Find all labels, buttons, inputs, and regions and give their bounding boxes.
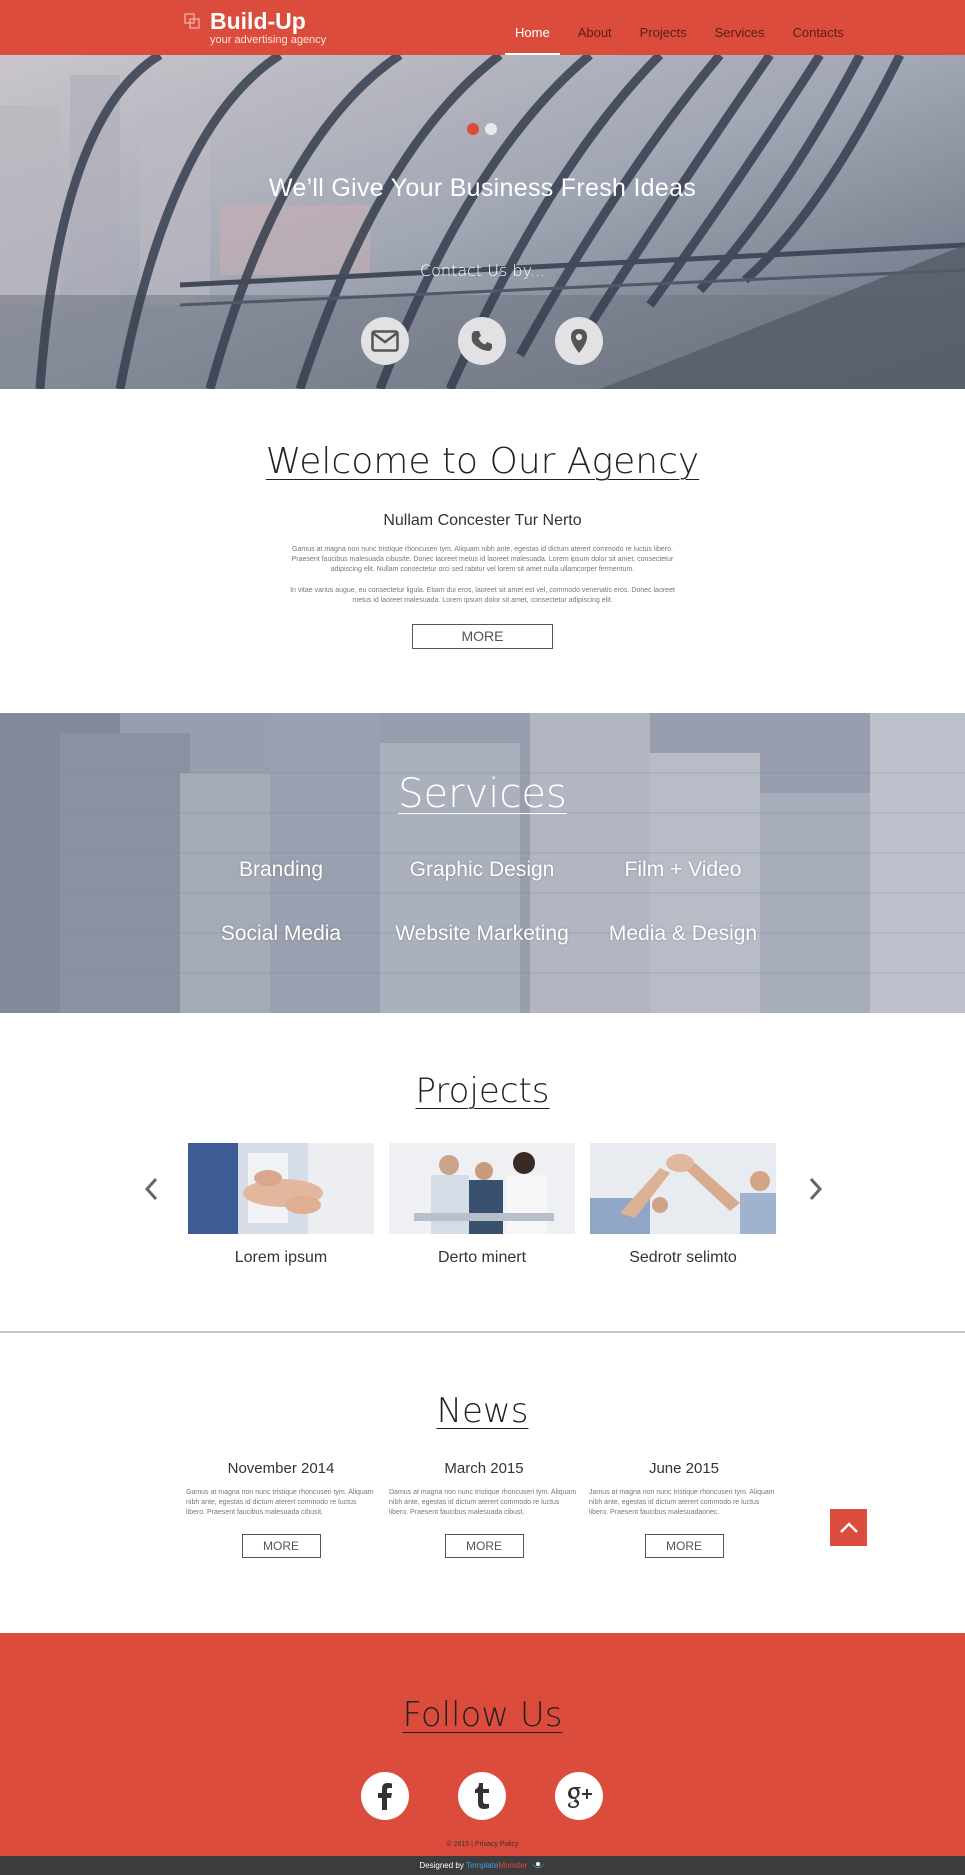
contact-icons <box>361 317 603 365</box>
hero-title: We’ll Give Your Business Fresh Ideas <box>268 174 697 202</box>
project-caption: Derto minert <box>437 1249 527 1266</box>
service-media-design[interactable]: Media & Design <box>583 922 783 946</box>
chevron-up-icon <box>839 1521 858 1533</box>
scroll-to-top-button[interactable] <box>830 1509 867 1546</box>
follow-section: Follow Us © 2015 | Privacy Policy <box>0 1633 965 1856</box>
news-title: News <box>436 1391 529 1431</box>
nav-home[interactable]: Home <box>505 0 560 55</box>
privacy-policy-link[interactable]: Privacy Policy <box>475 1841 519 1848</box>
service-social-media[interactable]: Social Media <box>181 922 381 946</box>
project-card[interactable]: Derto minert <box>389 1143 575 1267</box>
nav-about[interactable]: About <box>568 0 622 55</box>
news-text: Jamus at magna non nunc tristique rhoncu… <box>589 1489 775 1516</box>
welcome-paragraph-1: Gamus at magna non nunc tristique rhoncu… <box>291 546 674 573</box>
map-pin-icon[interactable] <box>555 317 603 365</box>
copyright-text: © 2015 | <box>446 1841 473 1848</box>
brand-part-2: Monster <box>498 1861 528 1870</box>
project-image <box>590 1143 776 1234</box>
layered-squares-icon <box>184 13 200 29</box>
service-website-marketing[interactable]: Website Marketing <box>382 922 582 946</box>
social-icons <box>361 1772 603 1820</box>
nav-projects[interactable]: Projects <box>630 0 697 55</box>
news-more-button[interactable]: MORE <box>241 1534 321 1558</box>
services-title: Services <box>398 771 567 817</box>
projects-section: Projects Lorem ipsum Derto minert Sedrot… <box>0 1013 965 1331</box>
tumblr-icon[interactable] <box>458 1772 506 1820</box>
hero-contact-label: Contact Us by... <box>419 261 546 280</box>
project-caption: Sedrotr selimto <box>629 1249 737 1266</box>
footer-bar: Designed by TemplateMonster <box>0 1856 965 1875</box>
template-monster-link[interactable]: TemplateMonster <box>466 1861 527 1870</box>
welcome-paragraph-2: In vitae varius augue, eu consectetur li… <box>290 587 675 604</box>
slider-dots <box>467 123 497 135</box>
template-monster-logo-icon <box>530 1861 545 1868</box>
welcome-section: Welcome to Our Agency Nullam Concester T… <box>0 389 965 713</box>
chevron-left-icon[interactable] <box>141 1176 163 1202</box>
news-more-button[interactable]: MORE <box>644 1534 724 1558</box>
slider-dot-2[interactable] <box>485 123 497 135</box>
google-plus-icon[interactable] <box>555 1772 603 1820</box>
chevron-right-icon[interactable] <box>804 1176 826 1202</box>
service-film-video[interactable]: Film + Video <box>583 858 783 882</box>
welcome-more-button[interactable]: MORE <box>412 624 553 649</box>
project-card[interactable]: Lorem ipsum <box>188 1143 374 1267</box>
envelope-icon[interactable] <box>361 317 409 365</box>
project-image <box>389 1143 575 1234</box>
slider-dot-1[interactable] <box>467 123 479 135</box>
brand-part-1: Template <box>465 1861 499 1870</box>
project-caption: Lorem ipsum <box>234 1249 328 1266</box>
services-section: Services Branding Graphic Design Film + … <box>0 713 965 1013</box>
follow-title: Follow Us <box>402 1695 563 1735</box>
project-card[interactable]: Sedrotr selimto <box>590 1143 776 1267</box>
service-graphic-design[interactable]: Graphic Design <box>382 858 582 882</box>
page: Build-Up your advertising agency Home Ab… <box>0 0 965 1875</box>
news-item: June 2015 Jamus at magna non nunc tristi… <box>589 1460 779 1558</box>
facebook-icon[interactable] <box>361 1772 409 1820</box>
designed-by-label: Designed by <box>419 1861 464 1870</box>
nav-services[interactable]: Services <box>705 0 775 55</box>
phone-icon[interactable] <box>458 317 506 365</box>
news-date: November 2014 <box>227 1460 335 1477</box>
news-text: Damus at magna non nunc tristique rhoncu… <box>389 1489 577 1516</box>
main-nav: Home About Projects Services Contacts <box>505 0 862 55</box>
copyright: © 2015 | Privacy Policy <box>0 1841 965 1848</box>
nav-contacts[interactable]: Contacts <box>783 0 854 55</box>
news-date: March 2015 <box>444 1460 524 1477</box>
welcome-title: Welcome to Our Agency <box>265 441 700 482</box>
project-image <box>188 1143 374 1234</box>
service-branding[interactable]: Branding <box>181 858 381 882</box>
brand-tagline: your advertising agency <box>210 34 327 46</box>
welcome-subtitle: Nullam Concester Tur Nerto <box>383 512 582 529</box>
news-more-button[interactable]: MORE <box>444 1534 524 1558</box>
news-date: June 2015 <box>648 1460 720 1477</box>
projects-title: Projects <box>415 1071 550 1111</box>
news-section: News November 2014 Gamus at magna non nu… <box>0 1333 965 1633</box>
news-item: November 2014 Gamus at magna non nunc tr… <box>186 1460 376 1558</box>
news-item: March 2015 Damus at magna non nunc trist… <box>389 1460 579 1558</box>
brand-name: Build-Up <box>210 8 306 34</box>
hero-slider: We’ll Give Your Business Fresh Ideas Con… <box>0 55 965 389</box>
site-header: Build-Up your advertising agency Home Ab… <box>0 0 965 55</box>
news-text: Gamus at magna non nunc tristique rhoncu… <box>186 1489 374 1516</box>
